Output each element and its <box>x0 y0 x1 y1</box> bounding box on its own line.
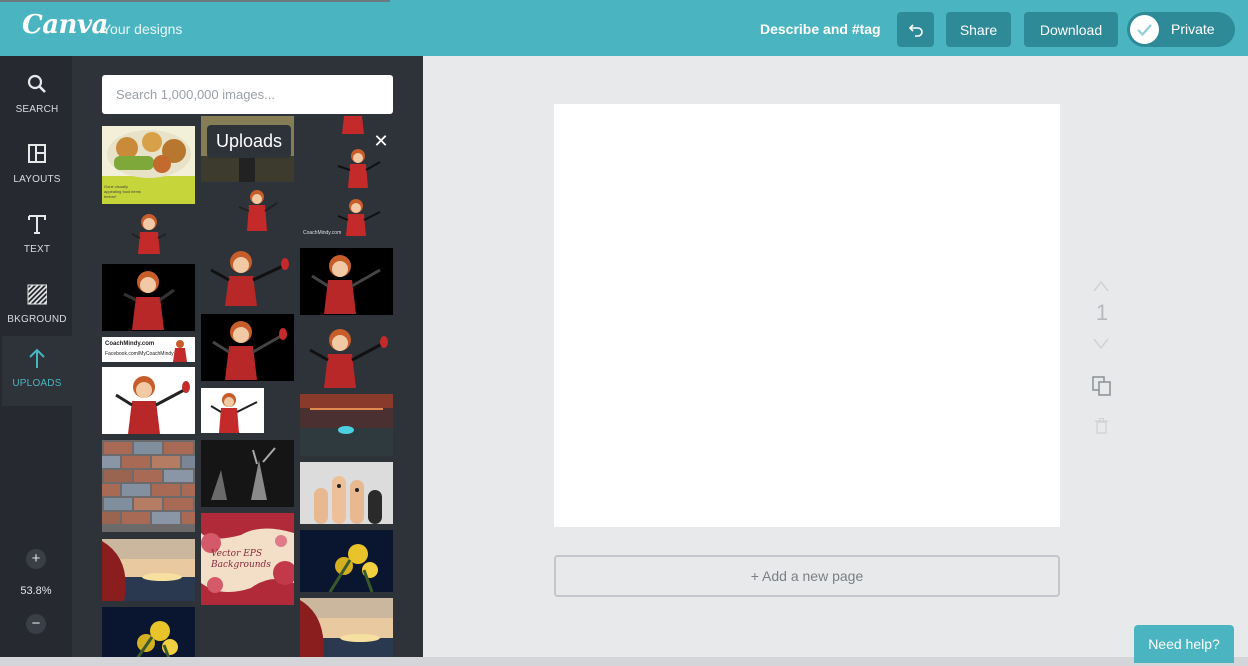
food-caption: Gone visually appealing food items befor… <box>104 184 141 199</box>
upload-thumb-chef-2[interactable] <box>102 264 195 331</box>
add-new-page-button[interactable]: + Add a new page <box>554 555 1060 597</box>
upload-thumb-food[interactable]: Gone visually appealing food items befor… <box>102 126 195 204</box>
uploads-tooltip: Uploads <box>207 125 292 158</box>
side-rail: SEARCH LAYOUTS TEXT BKGROUND UPLOADS + 5… <box>0 56 72 666</box>
chef-figure <box>210 393 258 433</box>
undo-button[interactable] <box>897 12 934 47</box>
delete-page-icon[interactable] <box>1095 418 1108 434</box>
upload-thumb-chef-4[interactable] <box>201 187 294 234</box>
sunset-image <box>102 539 195 601</box>
undo-icon <box>908 23 923 37</box>
restaurant-interior-image <box>300 394 393 456</box>
page-number: 1 <box>1095 300 1109 325</box>
close-icon[interactable]: ✕ <box>369 129 393 153</box>
rail-label-uploads: UPLOADS <box>12 378 62 389</box>
duplicate-page-icon[interactable] <box>1092 376 1112 396</box>
yellow-flowers-image <box>328 544 378 592</box>
upload-thumb-flowers-2[interactable] <box>300 530 393 592</box>
zoom-in-button[interactable]: + <box>26 549 46 569</box>
chef-figure <box>131 214 167 254</box>
rail-label-layouts: LAYOUTS <box>13 174 61 185</box>
brick-wall-image <box>102 440 195 532</box>
rail-item-uploads[interactable]: UPLOADS <box>2 336 72 406</box>
check-icon <box>1137 24 1152 37</box>
download-button[interactable]: Download <box>1024 12 1118 47</box>
rail-item-search[interactable]: SEARCH <box>2 62 72 132</box>
chef-figure <box>173 340 187 362</box>
upload-thumb-chef-8[interactable] <box>300 116 393 191</box>
upload-thumb-chef-9[interactable]: CoachMindy.com <box>300 196 393 241</box>
upload-thumb-restaurant[interactable] <box>300 394 393 456</box>
privacy-label: Private <box>1171 21 1215 37</box>
share-button[interactable]: Share <box>946 12 1011 47</box>
upload-thumb-chef-11[interactable] <box>300 322 393 389</box>
upload-thumb-sunset-2[interactable] <box>300 598 393 666</box>
canva-logo[interactable]: Canva <box>22 10 108 40</box>
uploads-panel: Gone visually appealing food items befor… <box>72 56 423 666</box>
chef-figure <box>210 251 289 306</box>
need-help-button[interactable]: Need help? <box>1134 625 1234 663</box>
chef-figure <box>115 376 190 434</box>
background-icon <box>27 284 47 305</box>
chef-figure <box>123 271 175 330</box>
toggle-knob <box>1130 15 1159 44</box>
design-page[interactable] <box>554 104 1060 527</box>
chef-figure <box>311 255 381 314</box>
chef-figure <box>337 116 381 188</box>
zoom-out-button[interactable]: − <box>26 614 46 634</box>
sunset-image <box>300 598 393 666</box>
top-bar: Canva Your designs Describe and #tag Sha… <box>0 0 1248 56</box>
upload-thumb-bricks[interactable] <box>102 440 195 532</box>
upload-thumb-chef-7[interactable] <box>201 388 264 433</box>
search-icon <box>27 74 46 93</box>
finger-faces-image <box>300 462 393 524</box>
upload-thumb-fingers[interactable] <box>300 462 393 524</box>
page-down-icon[interactable] <box>1093 338 1109 350</box>
describe-tag-button[interactable]: Describe and #tag <box>760 21 881 37</box>
text-icon <box>28 215 46 234</box>
chef-figure <box>238 190 278 231</box>
chef-figure <box>212 321 287 380</box>
upload-thumb-chef-1[interactable] <box>102 208 195 260</box>
rail-label-search: SEARCH <box>15 104 59 115</box>
zoom-value: 53.8% <box>20 585 52 597</box>
upload-thumb-sunset-1[interactable] <box>102 539 195 601</box>
upload-icon <box>29 348 45 368</box>
upload-thumb-dark-stage[interactable] <box>201 440 294 507</box>
upload-thumb-vector-floral[interactable]: Vector EPS Backgrounds <box>201 513 294 605</box>
rail-item-layouts[interactable]: LAYOUTS <box>2 132 72 202</box>
upload-thumb-banner[interactable]: CoachMindy.com Facebook.com/MyCoachMindy <box>102 337 195 362</box>
stage-performers-image <box>201 440 294 507</box>
watermark-text: CoachMindy.com <box>303 230 342 236</box>
rail-label-text: TEXT <box>23 244 51 255</box>
upload-thumb-chef-5[interactable] <box>201 244 294 309</box>
privacy-toggle[interactable]: Private <box>1127 12 1235 47</box>
chef-figure <box>309 329 388 388</box>
upload-thumb-chef-6[interactable] <box>201 314 294 381</box>
bottom-strip <box>0 657 1248 666</box>
image-search-input[interactable] <box>102 75 393 114</box>
rail-label-background: BKGROUND <box>7 314 67 325</box>
rail-item-background[interactable]: BKGROUND <box>2 272 72 342</box>
upload-thumb-chef-10[interactable] <box>300 248 393 315</box>
layouts-icon <box>28 144 46 163</box>
your-designs-link[interactable]: Your designs <box>102 21 182 37</box>
upload-thumb-chef-3[interactable] <box>102 367 195 434</box>
page-up-icon[interactable] <box>1093 280 1109 292</box>
rail-item-text[interactable]: TEXT <box>2 202 72 272</box>
vector-eps-text: Vector EPS Backgrounds <box>211 549 271 570</box>
top-shadow <box>0 0 390 2</box>
